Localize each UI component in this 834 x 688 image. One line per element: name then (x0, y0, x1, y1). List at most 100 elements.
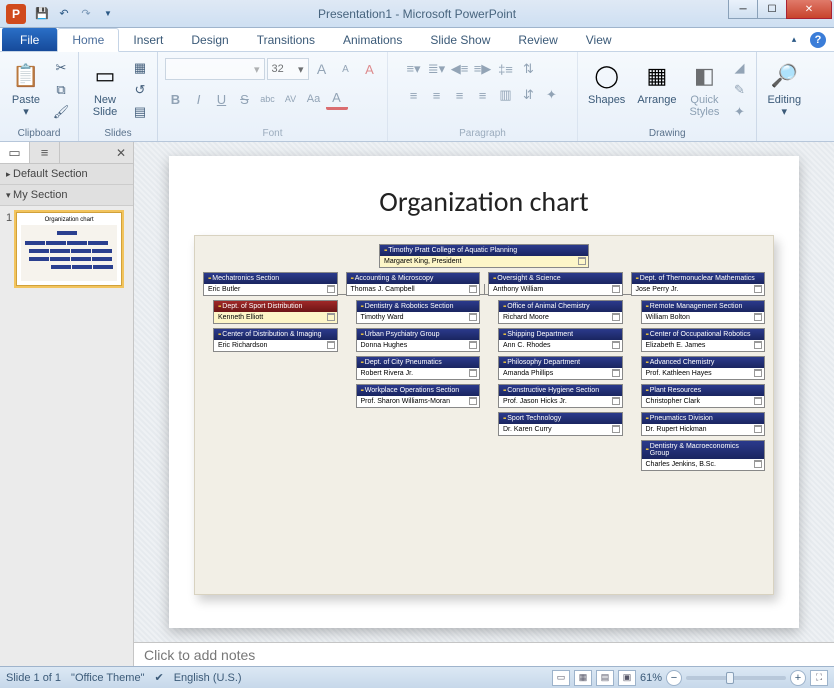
slide-title[interactable]: Organization chart (379, 184, 588, 219)
editing-button[interactable]: 🔎 Editing▾ (763, 58, 805, 120)
maximize-button[interactable]: ☐ (757, 0, 787, 19)
minimize-button[interactable]: ─ (728, 0, 758, 19)
grow-font-button[interactable]: A (311, 58, 333, 80)
org-box[interactable]: Dept. of City PneumaticsRobert Rivera Jr… (356, 356, 481, 380)
org-box[interactable]: Constructive Hygiene SectionProf. Jason … (498, 384, 623, 408)
arrange-button[interactable]: ▦ Arrange (633, 58, 680, 108)
tab-slide-show[interactable]: Slide Show (416, 28, 504, 51)
tab-transitions[interactable]: Transitions (243, 28, 329, 51)
org-box[interactable]: Office of Animal ChemistryRichard Moore (498, 300, 623, 324)
text-direction-button[interactable]: ⇅ (518, 58, 540, 80)
file-tab[interactable]: File (2, 28, 57, 51)
slide-thumbnail[interactable]: Organization chart (16, 212, 122, 286)
shadow-button[interactable]: abc (257, 88, 279, 110)
align-center-button[interactable]: ≡ (426, 84, 448, 106)
justify-button[interactable]: ≡ (472, 84, 494, 106)
org-root-box[interactable]: Timothy Pratt College of Aquatic Plannin… (379, 244, 589, 268)
zoom-thumb[interactable] (726, 672, 734, 684)
paste-button[interactable]: 📋 Paste▾ (6, 58, 46, 120)
org-box[interactable]: Workplace Operations SectionProf. Sharon… (356, 384, 481, 408)
shape-effects-button[interactable]: ✦ (728, 102, 750, 122)
tab-home[interactable]: Home (57, 28, 119, 52)
org-box[interactable]: Remote Management SectionWilliam Bolton (641, 300, 766, 324)
fit-to-window-button[interactable]: ⛶ (810, 670, 828, 686)
tab-insert[interactable]: Insert (119, 28, 177, 51)
org-box[interactable]: Oversight & ScienceAnthony William (488, 272, 623, 296)
cut-button[interactable]: ✂ (50, 58, 72, 78)
org-box[interactable]: Mechatronics SectionEric Butler (203, 272, 338, 296)
org-box[interactable]: Sport TechnologyDr. Karen Curry (498, 412, 623, 436)
char-spacing-button[interactable]: AV (280, 88, 302, 110)
help-icon[interactable]: ? (810, 32, 826, 48)
section-button[interactable]: ▤ (129, 102, 151, 122)
tab-review[interactable]: Review (504, 28, 571, 51)
tab-animations[interactable]: Animations (329, 28, 416, 51)
increase-indent-button[interactable]: ≡▶ (472, 58, 494, 80)
reset-button[interactable]: ↺ (129, 80, 151, 100)
org-box[interactable]: Dentistry & Macroeconomics GroupCharles … (641, 440, 766, 471)
tab-view[interactable]: View (572, 28, 626, 51)
format-painter-button[interactable]: 🖌 (50, 102, 72, 122)
section-header[interactable]: My Section (0, 185, 133, 206)
strike-button[interactable]: S (234, 88, 256, 110)
org-box[interactable]: Philosophy DepartmentAmanda Phillips (498, 356, 623, 380)
org-box[interactable]: Dept. of Sport DistributionKenneth Ellio… (213, 300, 338, 324)
org-chart[interactable]: Timothy Pratt College of Aquatic Plannin… (194, 235, 774, 595)
align-text-button[interactable]: ⇵ (518, 84, 540, 106)
align-left-button[interactable]: ≡ (403, 84, 425, 106)
pane-close-button[interactable]: ✕ (109, 142, 133, 163)
redo-button[interactable]: ↷ (76, 4, 96, 24)
numbering-button[interactable]: ≣▾ (426, 58, 448, 80)
normal-view-button[interactable]: ▭ (552, 670, 570, 686)
font-name-combo[interactable]: ▾ (165, 58, 265, 80)
save-button[interactable]: 💾 (32, 4, 52, 24)
undo-button[interactable]: ↶ (54, 4, 74, 24)
shrink-font-button[interactable]: A (335, 58, 357, 80)
slides-tab[interactable]: ▭ (0, 142, 30, 163)
org-box[interactable]: Advanced ChemistryProf. Kathleen Hayes (641, 356, 766, 380)
line-spacing-button[interactable]: ‡≡ (495, 58, 517, 80)
align-right-button[interactable]: ≡ (449, 84, 471, 106)
bold-button[interactable]: B (165, 88, 187, 110)
org-box[interactable]: Center of Occupational RoboticsElizabeth… (641, 328, 766, 352)
tab-design[interactable]: Design (177, 28, 242, 51)
slideshow-view-button[interactable]: ▣ (618, 670, 636, 686)
font-size-combo[interactable]: 32▾ (267, 58, 309, 80)
zoom-in-button[interactable]: + (790, 670, 806, 686)
org-box[interactable]: Pneumatics DivisionDr. Rupert Hickman (641, 412, 766, 436)
notes-input[interactable]: Click to add notes (134, 642, 834, 666)
layout-button[interactable]: ▦ (129, 58, 151, 78)
clear-formatting-button[interactable]: A (359, 58, 381, 80)
zoom-slider[interactable] (686, 676, 786, 680)
close-button[interactable]: ✕ (786, 0, 832, 19)
zoom-out-button[interactable]: − (666, 670, 682, 686)
org-box[interactable]: Plant ResourcesChristopher Clark (641, 384, 766, 408)
shapes-button[interactable]: ◯ Shapes (584, 58, 629, 108)
org-box[interactable]: Shipping DepartmentAnn C. Rhodes (498, 328, 623, 352)
slide-canvas[interactable]: Organization chart Timothy Pratt College… (169, 156, 799, 628)
bullets-button[interactable]: ≡▾ (403, 58, 425, 80)
italic-button[interactable]: I (188, 88, 210, 110)
section-header[interactable]: Default Section (0, 164, 133, 185)
language-indicator[interactable]: English (U.S.) (174, 672, 242, 684)
decrease-indent-button[interactable]: ◀≡ (449, 58, 471, 80)
sorter-view-button[interactable]: ▦ (574, 670, 592, 686)
smartart-button[interactable]: ✦ (541, 84, 563, 106)
shape-fill-button[interactable]: ◢ (728, 58, 750, 78)
new-slide-button[interactable]: ▭ New Slide (85, 58, 125, 120)
copy-button[interactable]: ⧉ (50, 80, 72, 100)
org-box[interactable]: Accounting & MicroscopyThomas J. Campbel… (346, 272, 481, 296)
org-box[interactable]: Urban Psychiatry GroupDonna Hughes (356, 328, 481, 352)
columns-button[interactable]: ▥ (495, 84, 517, 106)
org-box[interactable]: Dept. of Thermonuclear MathematicsJose P… (631, 272, 766, 296)
shape-outline-button[interactable]: ✎ (728, 80, 750, 100)
org-box[interactable]: Dentistry & Robotics SectionTimothy Ward (356, 300, 481, 324)
quick-styles-button[interactable]: ◧ Quick Styles (684, 58, 724, 120)
spellcheck-icon[interactable]: ✔ (154, 671, 163, 684)
org-box[interactable]: Center of Distribution & ImagingEric Ric… (213, 328, 338, 352)
reading-view-button[interactable]: ▤ (596, 670, 614, 686)
minimize-ribbon-button[interactable]: ▴ (784, 30, 804, 50)
qat-customize-button[interactable]: ▼ (98, 4, 118, 24)
font-color-button[interactable]: A (326, 88, 348, 110)
change-case-button[interactable]: Aa (303, 88, 325, 110)
